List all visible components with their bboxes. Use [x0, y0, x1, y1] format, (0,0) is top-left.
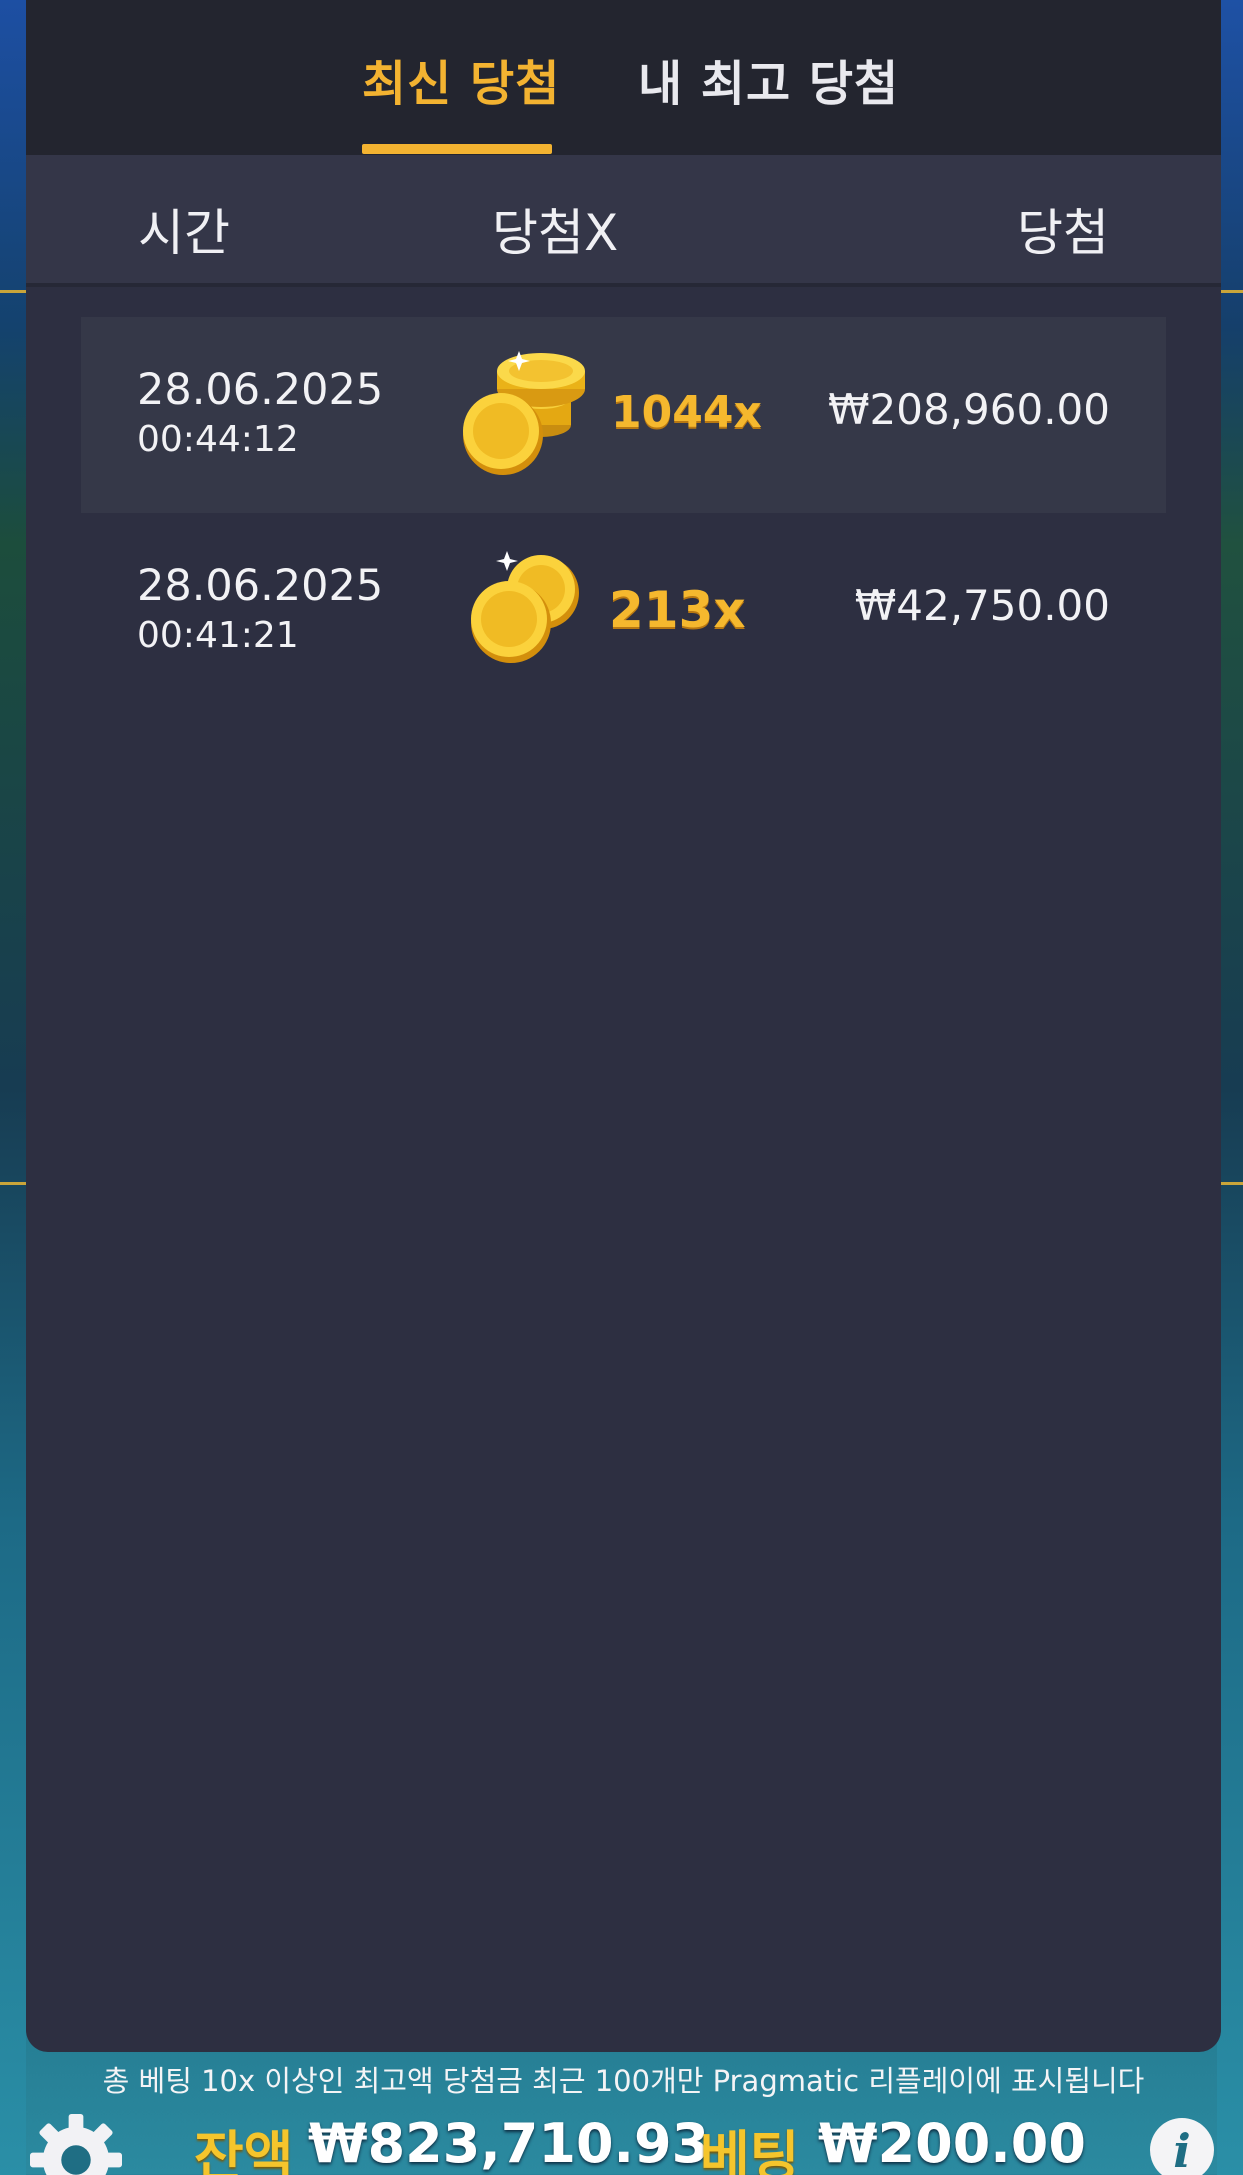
win-time: 00:41:21 — [137, 615, 299, 656]
info-icon: i — [1173, 2124, 1191, 2175]
win-row[interactable]: 28.06.2025 00:41:21 213x ₩42,750.00 — [81, 513, 1166, 709]
column-time-header: 시간 — [138, 204, 230, 262]
bet-label: 베팅 — [700, 2125, 800, 2175]
win-multiplier: 213x — [609, 581, 746, 639]
coin-pair-icon — [467, 549, 587, 673]
settings-gear-icon[interactable] — [30, 2114, 122, 2175]
tab-recent-wins[interactable]: 최신 당첨 — [362, 44, 560, 114]
column-win-header: 당첨 — [1017, 204, 1109, 262]
win-date: 28.06.2025 — [137, 365, 384, 415]
background-decor-line — [0, 290, 26, 293]
game-bottom-bar: 잔액 ₩823,710.93 베팅 ₩200.00 i — [0, 2110, 1243, 2175]
balance-label: 잔액 — [194, 2125, 294, 2175]
tab-bar: 최신 당첨 내 최고 당첨 — [26, 0, 1221, 155]
coin-stack-icon — [459, 347, 593, 481]
balance-value: ₩823,710.93 — [308, 2112, 710, 2175]
column-multiplier-header: 당첨X — [492, 204, 619, 262]
active-tab-indicator — [362, 144, 552, 154]
bet-value: ₩200.00 — [818, 2112, 1086, 2175]
win-amount: ₩42,750.00 — [854, 581, 1110, 630]
tab-my-best-wins[interactable]: 내 최고 당첨 — [638, 44, 899, 114]
replay-info-note: 총 베팅 10x 이상인 최고액 당첨금 최근 100개만 Pragmatic … — [102, 2064, 1145, 2098]
background-left-edge — [0, 0, 26, 2175]
info-button[interactable]: i — [1150, 2118, 1214, 2175]
win-row[interactable]: 28.06.2025 00:44:12 1044x ₩208,960.00 — [81, 317, 1166, 513]
win-amount: ₩208,960.00 — [827, 385, 1110, 434]
background-decor-line — [0, 1182, 26, 1185]
win-history-panel: 최신 당첨 내 최고 당첨 시간 당첨X 당첨 28.06.2025 00:44… — [26, 0, 1221, 2052]
column-header: 시간 당첨X 당첨 — [26, 155, 1221, 287]
win-date: 28.06.2025 — [137, 561, 384, 611]
win-time: 00:44:12 — [137, 419, 299, 460]
win-multiplier: 1044x — [611, 387, 762, 438]
